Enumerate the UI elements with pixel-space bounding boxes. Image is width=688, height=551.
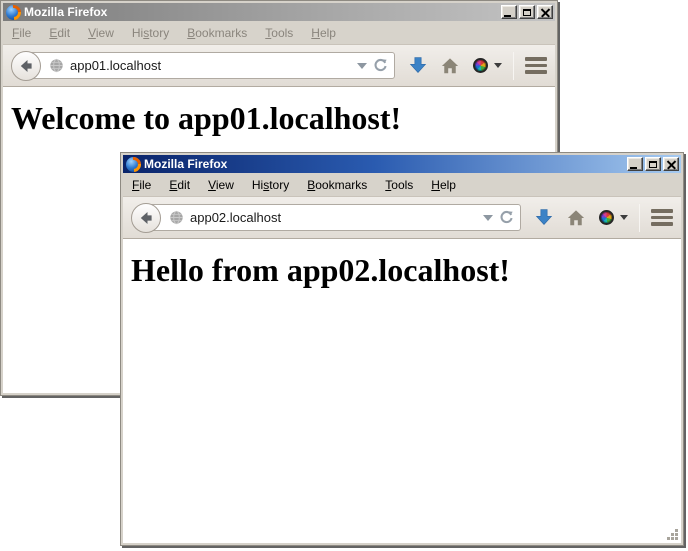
toolbar-separator (513, 52, 514, 80)
menu-item-help[interactable]: Help (311, 26, 336, 40)
menu-item-file[interactable]: File (12, 26, 31, 40)
back-arrow-icon (138, 210, 154, 226)
url-bar[interactable]: app01.localhost (24, 52, 395, 79)
reload-button[interactable] (499, 210, 514, 225)
close-button[interactable] (663, 157, 679, 171)
window-controls (501, 5, 553, 19)
page-content: Hello from app02.localhost! (123, 239, 681, 543)
navigation-toolbar: app02.localhost (123, 197, 681, 239)
menu-item-history[interactable]: History (252, 178, 289, 192)
minimize-icon (504, 15, 511, 17)
dropdown-caret-icon (620, 215, 628, 220)
hamburger-menu-icon (525, 57, 547, 61)
toolbar-separator (639, 204, 640, 232)
menu-item-edit[interactable]: Edit (49, 26, 70, 40)
color-wheel-icon (599, 210, 614, 225)
url-text: app01.localhost (70, 58, 161, 73)
download-button[interactable] (409, 57, 427, 75)
minimize-button[interactable] (501, 5, 517, 19)
home-button[interactable] (441, 57, 459, 75)
back-button[interactable] (11, 51, 41, 81)
color-wheel-icon (473, 58, 488, 73)
window-controls (627, 157, 679, 171)
menu-item-bookmarks[interactable]: Bookmarks (187, 26, 247, 40)
reload-icon (499, 210, 514, 225)
minimize-icon (630, 167, 637, 169)
navigation-toolbar: app01.localhost (3, 45, 555, 87)
download-icon (535, 209, 553, 227)
menu-item-bookmarks[interactable]: Bookmarks (307, 178, 367, 192)
menu-item-edit[interactable]: Edit (169, 178, 190, 192)
maximize-button[interactable] (519, 5, 535, 19)
firefox-logo-icon (126, 157, 141, 172)
menu-bar: File Edit View History Bookmarks Tools Help (123, 173, 681, 197)
minimize-button[interactable] (627, 157, 643, 171)
back-button[interactable] (131, 203, 161, 233)
firefox-logo-icon (6, 5, 21, 20)
menu-item-view[interactable]: View (88, 26, 114, 40)
close-icon (667, 160, 676, 169)
maximize-button[interactable] (645, 157, 661, 171)
close-icon (541, 8, 550, 17)
maximize-icon (523, 9, 531, 16)
home-button[interactable] (567, 209, 585, 227)
urlbar-dropdown-icon[interactable] (483, 215, 493, 221)
titlebar[interactable]: Mozilla Firefox (3, 3, 555, 21)
dropdown-caret-icon (494, 63, 502, 68)
reload-button[interactable] (373, 58, 388, 73)
menu-item-view[interactable]: View (208, 178, 234, 192)
hamburger-menu-button[interactable] (651, 209, 673, 226)
globe-icon (49, 58, 64, 73)
close-button[interactable] (537, 5, 553, 19)
addon-button[interactable] (473, 58, 502, 73)
download-icon (409, 57, 427, 75)
page-heading: Hello from app02.localhost! (131, 252, 673, 289)
menu-bar: File Edit View History Bookmarks Tools Help (3, 21, 555, 45)
window-title: Mozilla Firefox (144, 157, 227, 171)
reload-icon (373, 58, 388, 73)
home-icon (441, 57, 459, 75)
resize-grip[interactable] (666, 528, 679, 541)
home-icon (567, 209, 585, 227)
url-bar[interactable]: app02.localhost (144, 204, 521, 231)
download-button[interactable] (535, 209, 553, 227)
back-arrow-icon (18, 58, 34, 74)
addon-button[interactable] (599, 210, 628, 225)
url-text: app02.localhost (190, 210, 281, 225)
menu-item-tools[interactable]: Tools (385, 178, 413, 192)
window-title: Mozilla Firefox (24, 5, 107, 19)
hamburger-menu-button[interactable] (525, 57, 547, 74)
menu-item-tools[interactable]: Tools (265, 26, 293, 40)
urlbar-dropdown-icon[interactable] (357, 63, 367, 69)
titlebar[interactable]: Mozilla Firefox (123, 155, 681, 173)
globe-icon (169, 210, 184, 225)
menu-item-help[interactable]: Help (431, 178, 456, 192)
firefox-window-app02: Mozilla Firefox File Edit View History Bookm… (120, 152, 684, 546)
maximize-icon (649, 161, 657, 168)
menu-item-history[interactable]: History (132, 26, 169, 40)
menu-item-file[interactable]: File (132, 178, 151, 192)
hamburger-menu-icon (651, 209, 673, 213)
page-heading: Welcome to app01.localhost! (11, 100, 547, 137)
